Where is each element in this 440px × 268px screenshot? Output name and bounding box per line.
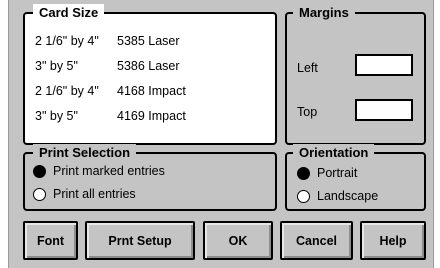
cancel-button[interactable]: Cancel: [280, 221, 353, 260]
landscape-radio[interactable]: Landscape: [297, 189, 378, 203]
card-size-item[interactable]: 3" by 5" 5386 Laser: [35, 53, 269, 78]
card-size-item[interactable]: 2 1/6" by 4" 5385 Laser: [35, 28, 269, 53]
orientation-legend: Orientation: [293, 144, 375, 162]
card-size-item[interactable]: 2 1/6" by 4" 4168 Impact: [35, 78, 269, 103]
radio-unselected-icon: [33, 187, 46, 201]
font-button[interactable]: Font: [23, 221, 78, 260]
card-size-dimensions: 3" by 5": [35, 58, 78, 73]
print-setup-button[interactable]: Prnt Setup: [85, 221, 195, 260]
card-size-group: Card Size 2 1/6" by 4" 5385 Laser 3" by …: [23, 4, 277, 145]
card-size-dimensions: 2 1/6" by 4": [35, 83, 99, 98]
left-margin-field[interactable]: [355, 54, 413, 76]
card-size-product: 5386 Laser: [117, 58, 180, 73]
card-size-legend: Card Size: [33, 4, 105, 22]
card-print-dialog: Card Size 2 1/6" by 4" 5385 Laser 3" by …: [8, 0, 434, 268]
landscape-label: Landscape: [317, 189, 379, 203]
left-margin-label: Left: [297, 61, 318, 75]
card-size-product: 5385 Laser: [117, 33, 180, 48]
card-size-dimensions: 2 1/6" by 4": [35, 33, 99, 48]
radio-selected-icon: [33, 164, 46, 178]
ok-button[interactable]: OK: [203, 221, 273, 260]
card-size-product: 4169 Impact: [117, 108, 186, 123]
card-size-product: 4168 Impact: [117, 83, 186, 98]
radio-selected-icon: [297, 166, 310, 180]
radio-unselected-icon: [297, 189, 310, 203]
card-size-dimensions: 3" by 5": [35, 108, 78, 123]
help-button[interactable]: Help: [360, 221, 426, 260]
print-marked-label: Print marked entries: [53, 164, 165, 178]
print-selection-legend: Print Selection: [33, 144, 137, 162]
orientation-group: Orientation Portrait Landscape: [285, 144, 426, 211]
print-all-radio[interactable]: Print all entries: [33, 187, 136, 201]
print-selection-group: Print Selection Print marked entries Pri…: [23, 144, 277, 211]
card-size-list[interactable]: 2 1/6" by 4" 5385 Laser 3" by 5" 5386 La…: [35, 28, 269, 128]
margins-legend: Margins: [293, 4, 355, 22]
print-marked-radio[interactable]: Print marked entries: [33, 164, 165, 178]
margins-group: Margins Left Top: [285, 4, 426, 145]
card-size-item[interactable]: 3" by 5" 4169 Impact: [35, 103, 269, 128]
print-all-label: Print all entries: [53, 187, 136, 201]
top-margin-field[interactable]: [355, 99, 413, 121]
portrait-label: Portrait: [317, 166, 358, 180]
top-margin-label: Top: [297, 105, 318, 119]
portrait-radio[interactable]: Portrait: [297, 166, 357, 180]
